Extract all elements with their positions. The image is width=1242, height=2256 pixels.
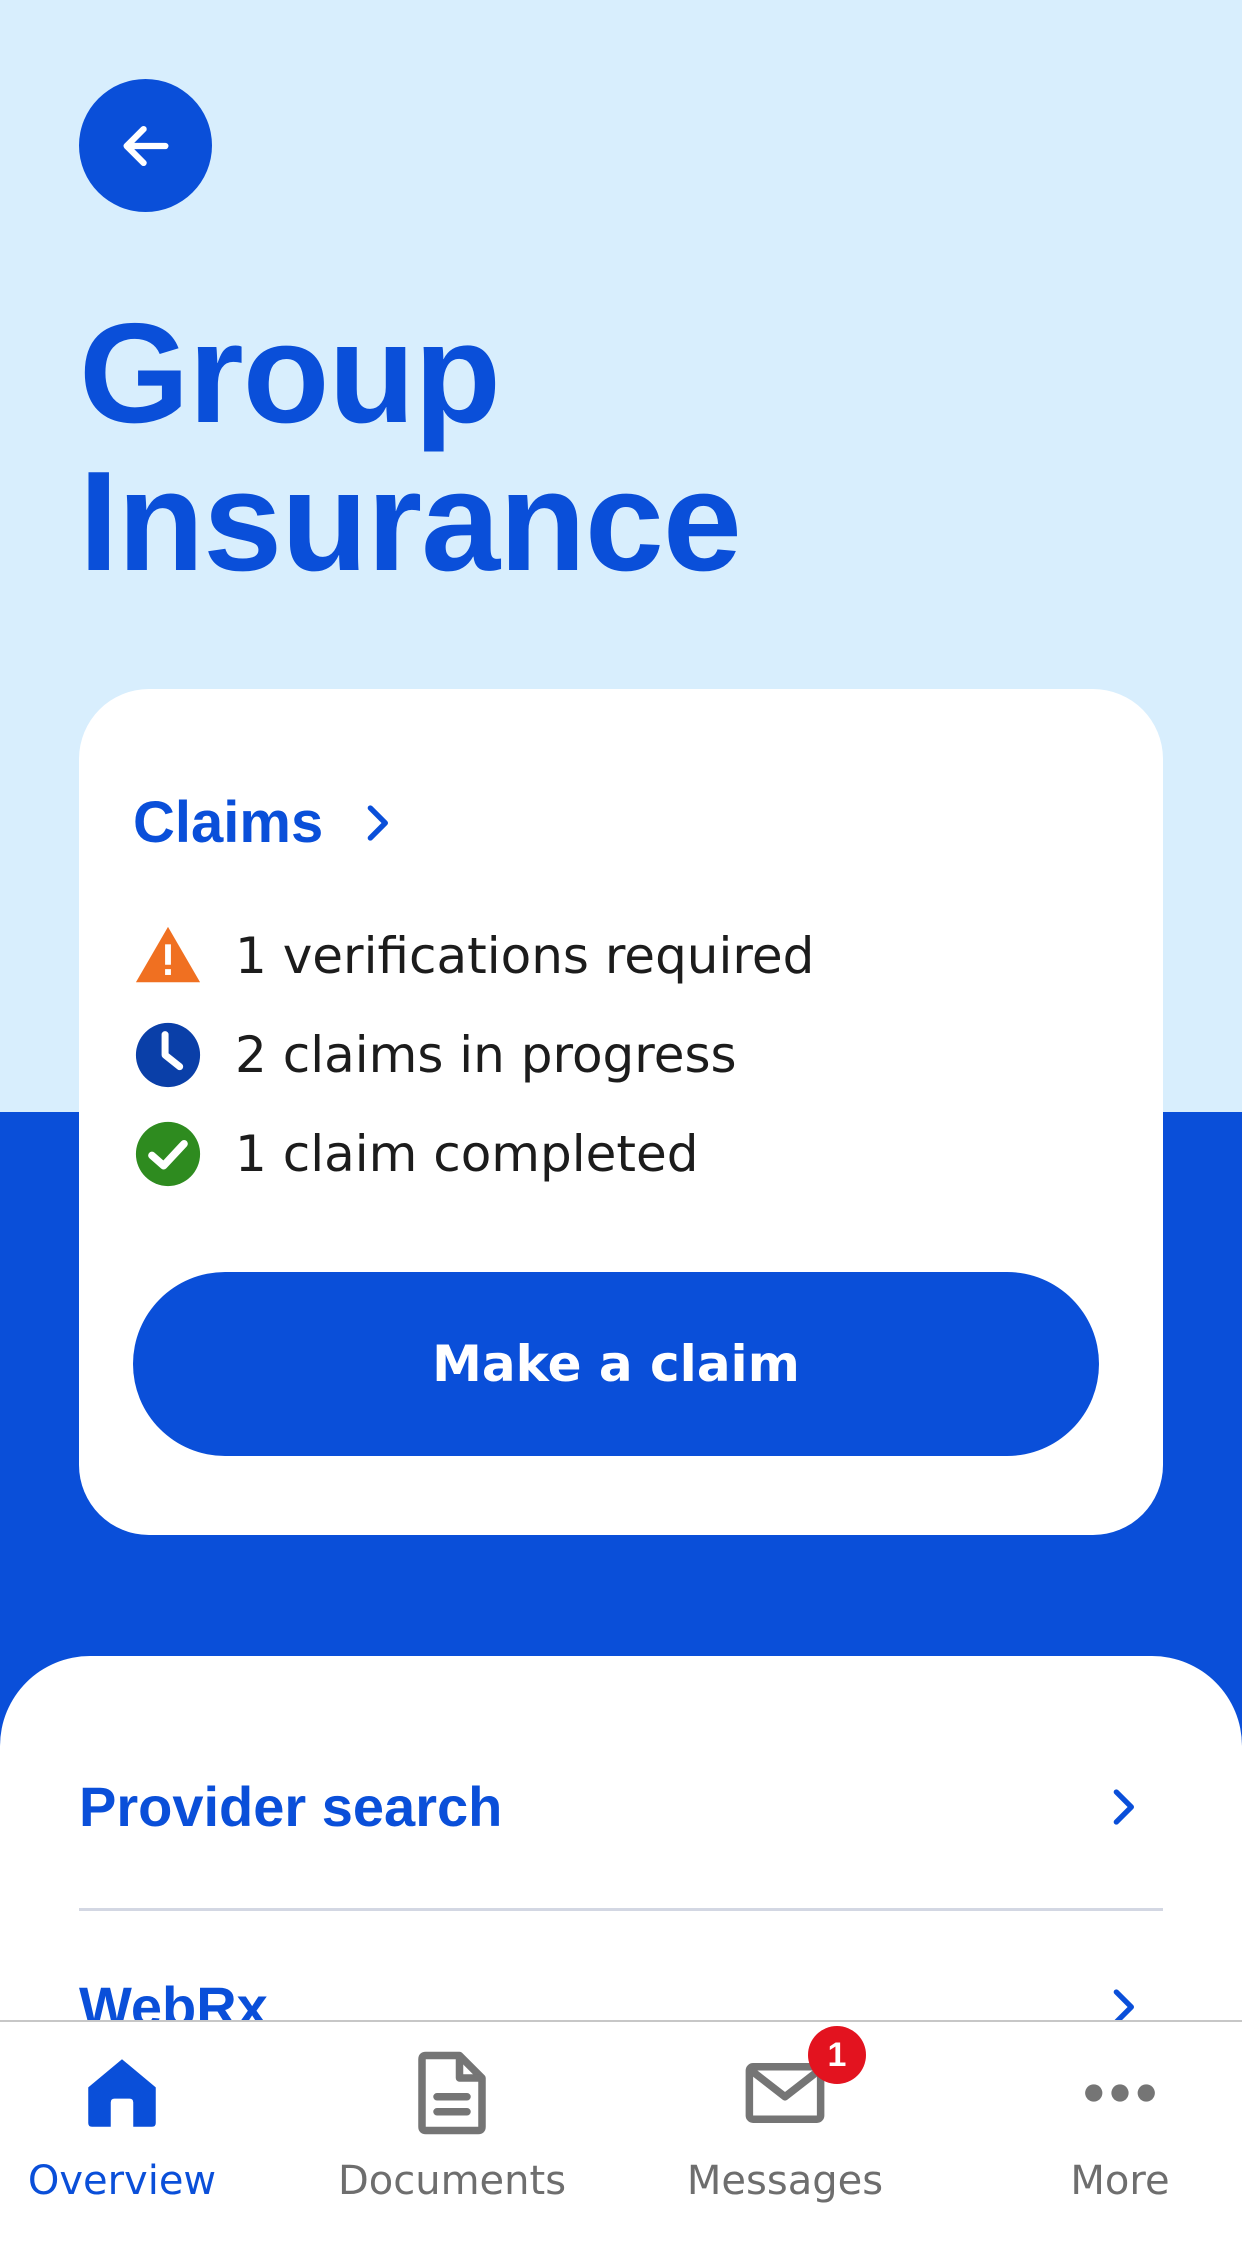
chevron-right-icon — [367, 804, 389, 841]
claims-card: Claims 1 verifications required 2 claims… — [79, 689, 1163, 1535]
bottom-tab-bar: Overview Documents 1 Messages More — [0, 2020, 1242, 2208]
page-title-line2: Insurance — [79, 442, 742, 601]
provider-search-label: Provider search — [79, 1775, 503, 1838]
document-icon — [407, 2048, 497, 2138]
provider-search-link[interactable]: Provider search — [79, 1774, 1163, 1839]
tab-overview[interactable]: Overview — [22, 2022, 222, 2208]
tab-label: Overview — [27, 2158, 217, 2204]
make-a-claim-button[interactable]: Make a claim — [133, 1272, 1099, 1456]
verifications-required-text: 1 verifications required — [235, 927, 815, 985]
tab-label: Messages — [686, 2158, 884, 2204]
claims-in-progress-text: 2 claims in progress — [235, 1026, 737, 1084]
clock-icon — [133, 1020, 203, 1090]
arrow-left-icon — [123, 125, 168, 166]
warning-icon — [133, 921, 203, 991]
claim-completed-text: 1 claim completed — [235, 1125, 699, 1183]
back-button[interactable] — [79, 79, 212, 212]
page-title-line1: Group — [79, 294, 501, 453]
check-circle-icon — [133, 1119, 203, 1189]
claims-status-row: 1 claim completed — [133, 1119, 699, 1189]
claims-status-row: 2 claims in progress — [133, 1020, 737, 1090]
chevron-right-icon — [1113, 1788, 1134, 1825]
tab-messages[interactable]: 1 Messages — [680, 2022, 890, 2208]
tab-label: Documents — [337, 2158, 567, 2204]
divider — [79, 1908, 1163, 1911]
tab-label: More — [1070, 2158, 1170, 2204]
messages-badge: 1 — [808, 2026, 866, 2084]
more-icon — [1075, 2048, 1165, 2138]
tab-more[interactable]: More — [1040, 2022, 1200, 2208]
mail-icon: 1 — [740, 2026, 866, 2138]
tab-documents[interactable]: Documents — [338, 2022, 566, 2208]
home-icon — [77, 2048, 167, 2138]
claims-link[interactable]: Claims — [133, 789, 397, 856]
claims-title: Claims — [133, 790, 324, 855]
claims-status-row: 1 verifications required — [133, 921, 814, 991]
page-title: Group Insurance — [79, 300, 1079, 596]
